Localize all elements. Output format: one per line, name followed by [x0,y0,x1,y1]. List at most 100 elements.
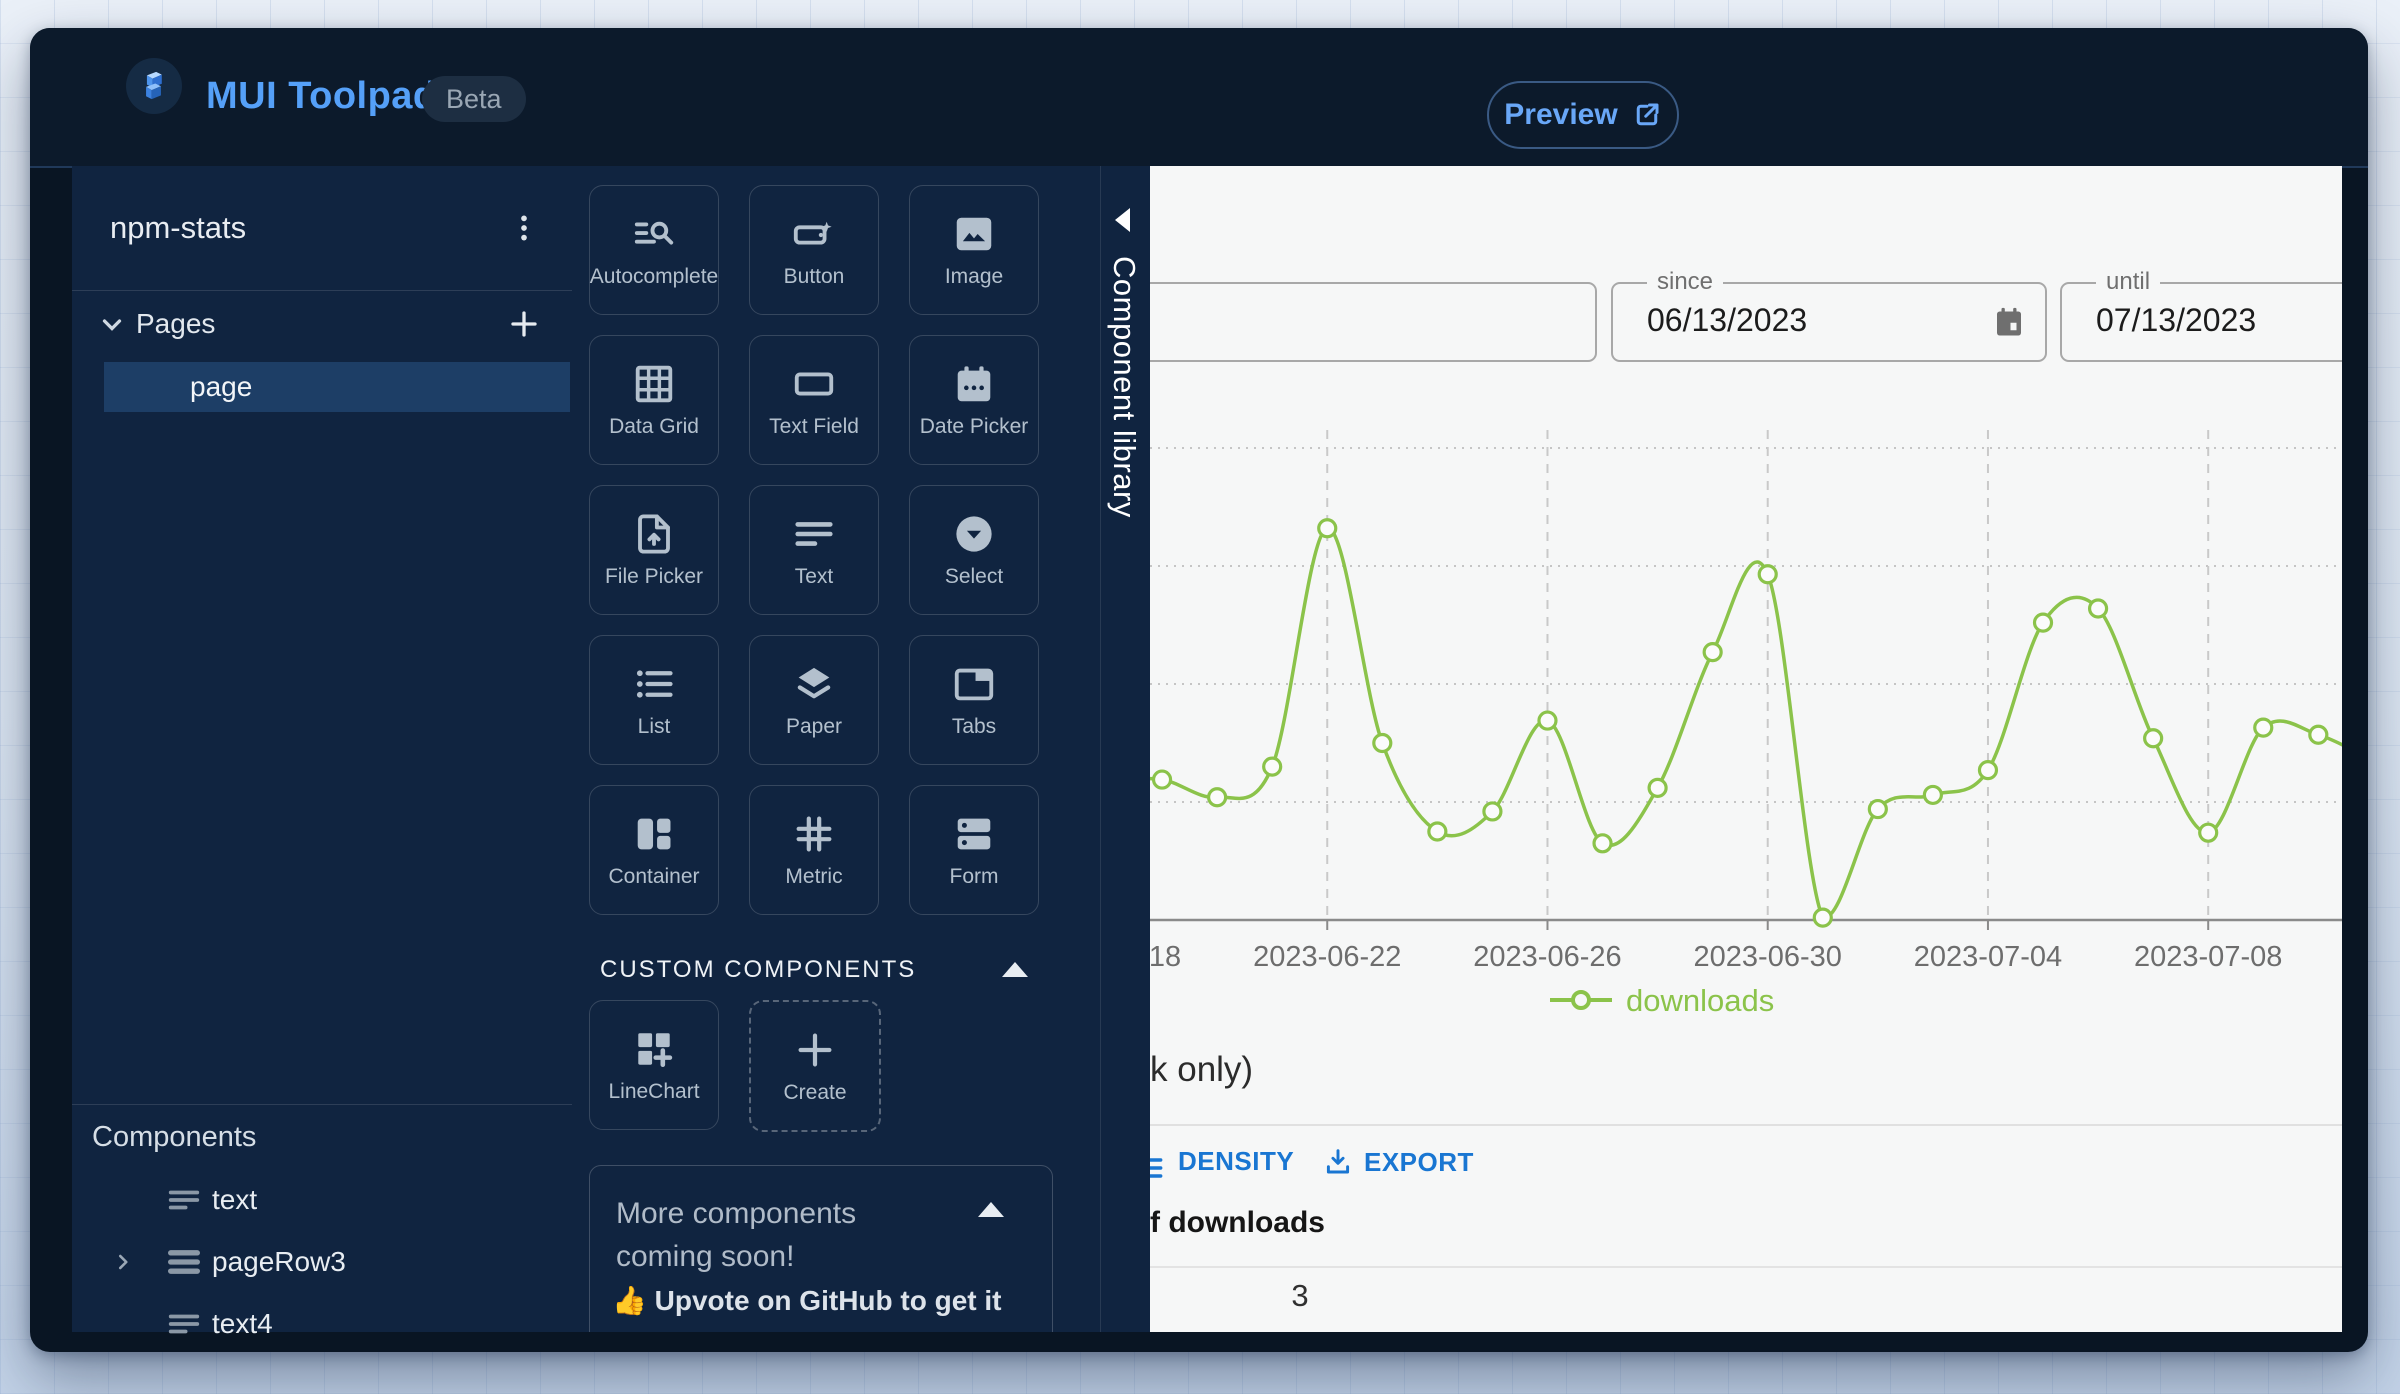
component-tile-container[interactable]: Container [589,785,719,915]
app-title: MUI Toolpad [206,75,437,117]
collapse-promo-button[interactable] [978,1202,1004,1217]
component-tile-data-grid[interactable]: Data Grid [589,335,719,465]
beta-badge: Beta [422,76,526,122]
component-tile-metric[interactable]: Metric [749,785,879,915]
until-date-field[interactable]: until 07/13/2023 [2060,268,2342,362]
export-button-label: EXPORT [1364,1146,1474,1177]
select-icon [951,511,997,557]
calendar-icon[interactable] [1991,304,2027,340]
components-section-label: Components [92,1121,257,1153]
tile-label: Create [783,1081,847,1104]
tabs-icon [951,661,997,707]
density-icon [1150,1158,1163,1178]
autocomplete-icon [631,211,677,257]
tree-item-label: text [212,1184,258,1215]
component-tile-text-field[interactable]: Text Field [749,335,879,465]
add-page-button[interactable] [502,302,546,346]
component-library-title: Component library [1107,256,1142,518]
collapse-panel-arrow-icon[interactable] [1115,208,1130,232]
project-name: npm-stats [110,210,247,245]
external-link-icon [1636,103,1659,126]
custom-components-label: CUSTOM COMPONENTS [600,956,917,983]
tree-item-pageRow3[interactable]: pageRow3 [72,1236,572,1288]
component-tile-date-picker[interactable]: Date Picker [909,335,1039,465]
triangle-up-icon [978,1202,1004,1217]
chevron-right-icon[interactable] [110,1249,136,1275]
custom-tile-linechart[interactable]: LineChart [589,1000,719,1130]
tile-label: Select [944,565,1004,588]
component-tile-paper[interactable]: Paper [749,635,879,765]
tree-item-label: pageRow3 [212,1246,346,1277]
custom-tile-create[interactable]: Create [749,1000,881,1132]
rows-icon [164,1242,204,1282]
downloads-line-chart[interactable]: 2023-06-18 2023-06-22 2023-06-26 2023-06-30… [1150,400,2342,1060]
since-date-field[interactable]: since 06/13/2023 [1611,268,2047,362]
page-heading-fragment: k only) [1150,1050,1254,1089]
project-row: npm-stats [72,166,572,291]
component-tile-button[interactable]: Button [749,185,879,315]
query-text-field[interactable] [1150,282,1597,362]
tile-label: Data Grid [609,415,699,438]
toolpad-app-window: MUI Toolpad Beta Preview npm-stats Pages [30,28,2368,1352]
since-field-label: since [1647,268,1724,296]
mui-toolpad-logo[interactable] [126,58,182,114]
component-tile-file-picker[interactable]: File Picker [589,485,719,615]
component-library-panel: Autocomplete Button Image Data Grid Text… [572,166,1150,1332]
chart-legend: downloads [1550,983,1774,1018]
datagrid-icon [631,361,677,407]
divider [1150,1266,2342,1268]
form-icon [951,811,997,857]
svg-text:2023-06-26: 2023-06-26 [1473,941,1621,973]
image-icon [951,211,997,257]
tile-label: Text Field [769,415,859,438]
linechart-icon [631,1026,677,1072]
upvote-github-link[interactable]: 👍 Upvote on GitHub to get it [612,1284,1032,1317]
tile-label: Image [944,265,1004,288]
page-canvas: since 06/13/2023 until 07/13/2023 2023-0… [1150,166,2342,1332]
list-icon [631,661,677,707]
toolpad-cube-icon [146,71,162,100]
tile-label: Date Picker [919,415,1029,438]
component-tile-text[interactable]: Text [749,485,879,615]
datagrid-cell[interactable]: 3 [1270,1278,1330,1314]
component-tile-list[interactable]: List [589,635,719,765]
tile-label: Button [783,265,845,288]
tile-label: Form [949,865,999,888]
chevron-down-icon[interactable] [94,306,130,342]
since-field-value: 06/13/2023 [1647,302,1808,338]
tile-label: Autocomplete [589,265,719,288]
tree-item-text4[interactable]: text4 [72,1298,572,1350]
component-tile-select[interactable]: Select [909,485,1039,615]
component-tile-image[interactable]: Image [909,185,1039,315]
svg-text:downloads: downloads [1626,983,1774,1018]
tree-item-text[interactable]: text [72,1174,572,1226]
tile-label: Container [608,865,700,888]
sidebar-item-page[interactable]: page [104,362,570,412]
paper-icon [791,661,837,707]
preview-button[interactable]: Preview [1487,81,1679,149]
tile-label: Paper [785,715,843,738]
pages-section-header: Pages [72,290,572,360]
tile-label: Metric [785,865,843,888]
component-tile-form[interactable]: Form [909,785,1039,915]
until-field-value: 07/13/2023 [2096,302,2257,338]
export-download-icon [1326,1149,1350,1174]
datagrid-column-header[interactable]: f downloads [1150,1206,1325,1240]
tile-label: File Picker [604,565,704,588]
component-tile-autocomplete[interactable]: Autocomplete [589,185,719,315]
export-button[interactable]: EXPORT [1322,1146,1474,1178]
collapse-custom-section-button[interactable] [1002,962,1028,977]
density-button[interactable]: DENSITY [1178,1146,1294,1177]
container-icon [631,811,677,857]
tree-item-label: text4 [212,1308,273,1339]
tile-label: Tabs [951,715,997,738]
text-lines-icon [164,1180,204,1220]
divider [1150,1124,2342,1126]
project-menu-button[interactable] [500,204,548,252]
component-tile-tabs[interactable]: Tabs [909,635,1039,765]
tile-label: Text [794,565,834,588]
svg-text:2023-06-22: 2023-06-22 [1253,941,1401,973]
coming-soon-card: More components coming soon! 👍 Upvote on… [589,1165,1053,1332]
coming-soon-message: More components coming soon! [616,1197,857,1273]
svg-text:2023-07-08: 2023-07-08 [2134,941,2282,973]
